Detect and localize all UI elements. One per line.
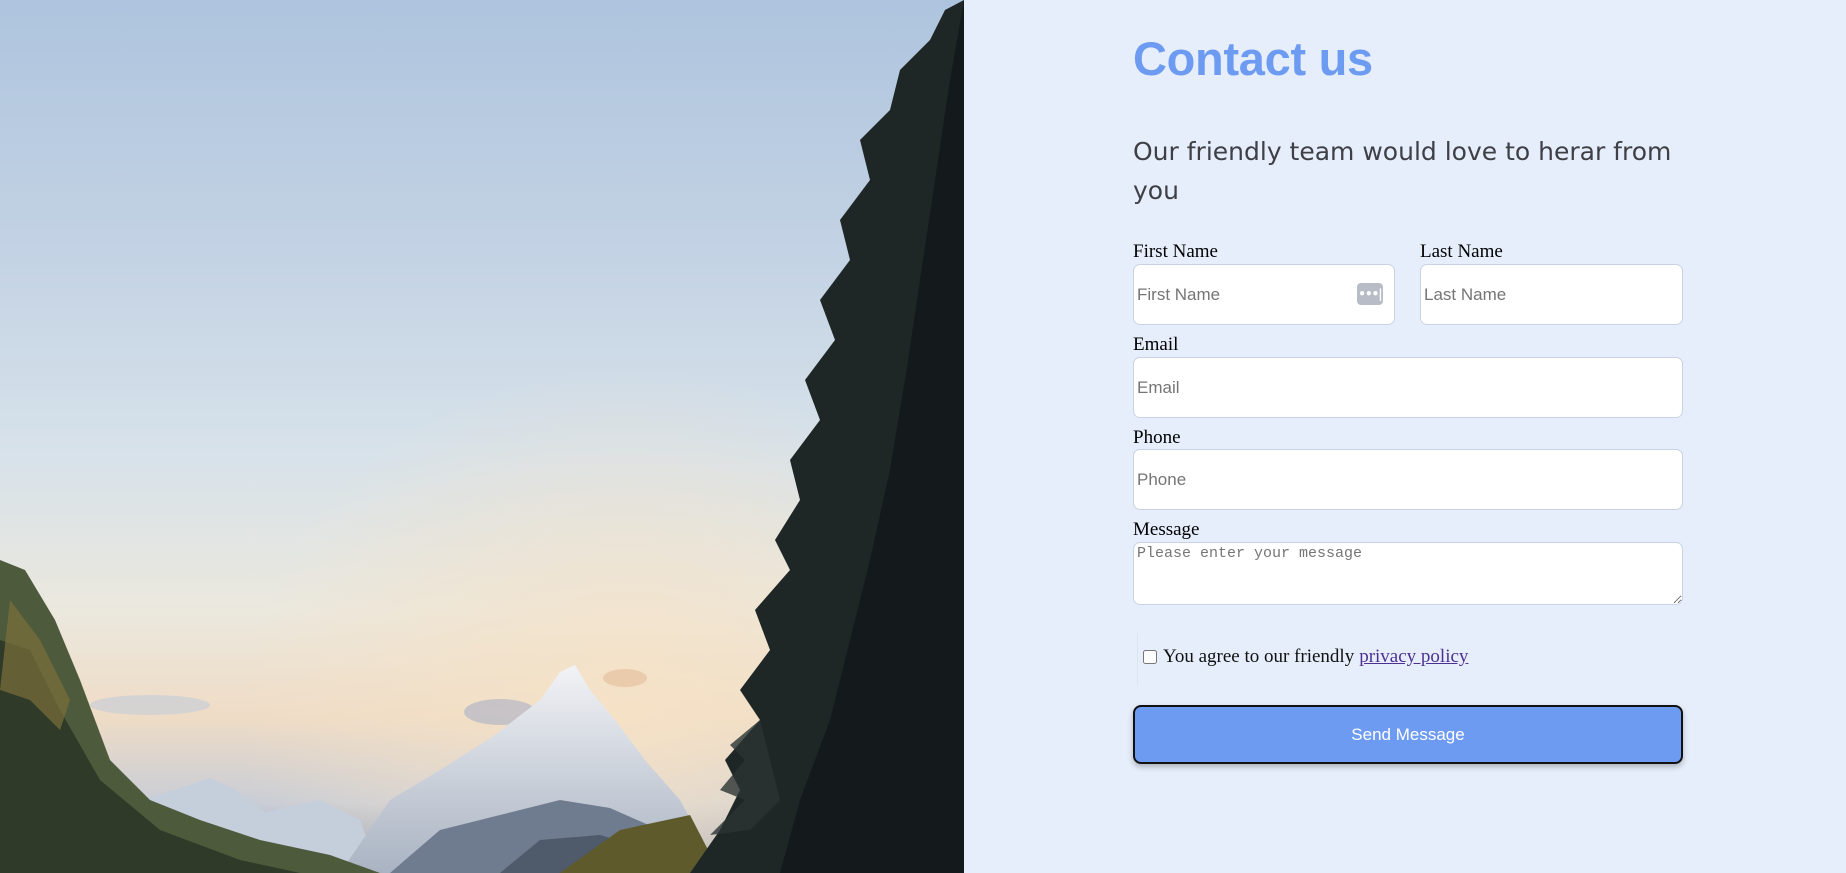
phone-label: Phone (1133, 427, 1181, 448)
agree-row: You agree to our friendly privacy policy (1139, 646, 1468, 668)
privacy-policy-link[interactable]: privacy policy (1359, 646, 1468, 668)
contact-panel: Contact us Our friendly team would love … (964, 0, 1846, 873)
agree-checkbox[interactable] (1143, 650, 1157, 664)
email-label: Email (1133, 334, 1179, 355)
agree-divider (1137, 633, 1138, 685)
mountain-scene (0, 0, 964, 873)
last-name-label: Last Name (1420, 241, 1503, 262)
hero-image (0, 0, 964, 873)
page-title: Contact us (1133, 32, 1373, 85)
message-label: Message (1133, 519, 1200, 540)
agree-text: You agree to our friendly (1163, 646, 1355, 667)
email-input[interactable] (1133, 357, 1683, 418)
last-name-input[interactable] (1420, 264, 1683, 325)
first-name-label: First Name (1133, 241, 1218, 262)
message-textarea[interactable] (1133, 542, 1683, 605)
autofill-icon[interactable]: •••| (1357, 283, 1383, 305)
phone-input[interactable] (1133, 449, 1683, 510)
page-subtitle: Our friendly team would love to herar fr… (1133, 137, 1672, 205)
send-message-button[interactable]: Send Message (1133, 705, 1683, 764)
first-name-input[interactable] (1133, 264, 1395, 325)
